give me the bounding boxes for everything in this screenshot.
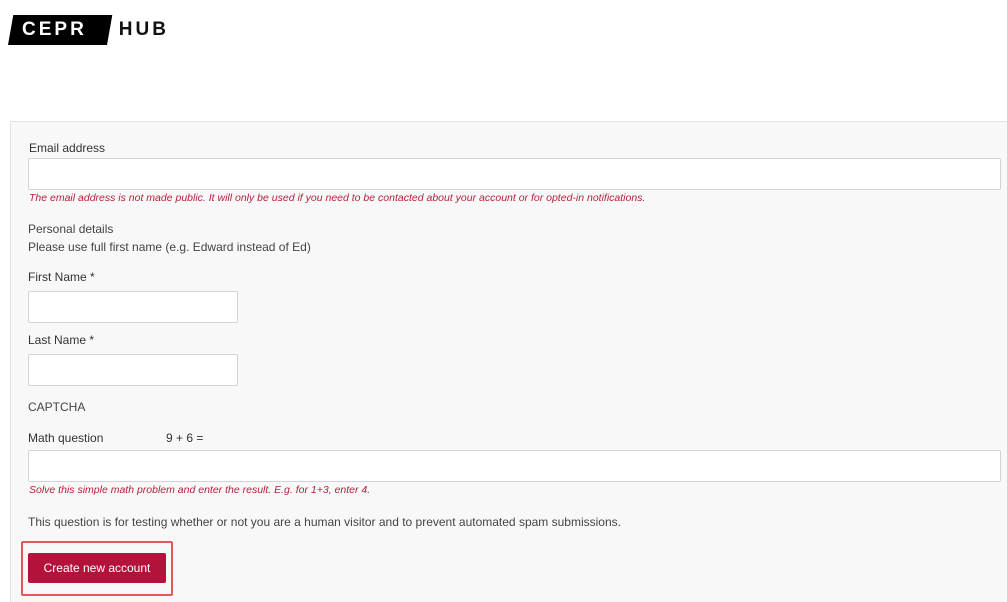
last-name-label: Last Name * [28,333,95,347]
first-name-label: First Name * [28,270,95,284]
math-problem: 9 + 6 = [166,431,204,445]
math-question-label: Math question [28,431,104,445]
first-name-input[interactable] [28,291,238,323]
personal-details-heading: Personal details [28,222,114,236]
cepr-hub-logo: CEPR HUB [8,15,169,45]
email-input[interactable] [28,158,1001,190]
logo-block: CEPR [8,15,107,45]
captcha-explanation: This question is for testing whether or … [28,515,621,529]
create-account-button[interactable]: Create new account [28,553,166,583]
captcha-description: Solve this simple math problem and enter… [29,484,371,496]
personal-details-hint: Please use full first name (e.g. Edward … [28,240,311,254]
email-description: The email address is not made public. It… [29,192,646,204]
logo-cepr-text: CEPR [22,19,87,40]
logo-hub-text: HUB [118,19,169,40]
captcha-heading: CAPTCHA [28,400,86,414]
last-name-input[interactable] [28,354,238,386]
email-label: Email address [29,141,106,155]
registration-form: Email address The email address is not m… [10,121,1007,602]
math-answer-input[interactable] [28,450,1001,482]
